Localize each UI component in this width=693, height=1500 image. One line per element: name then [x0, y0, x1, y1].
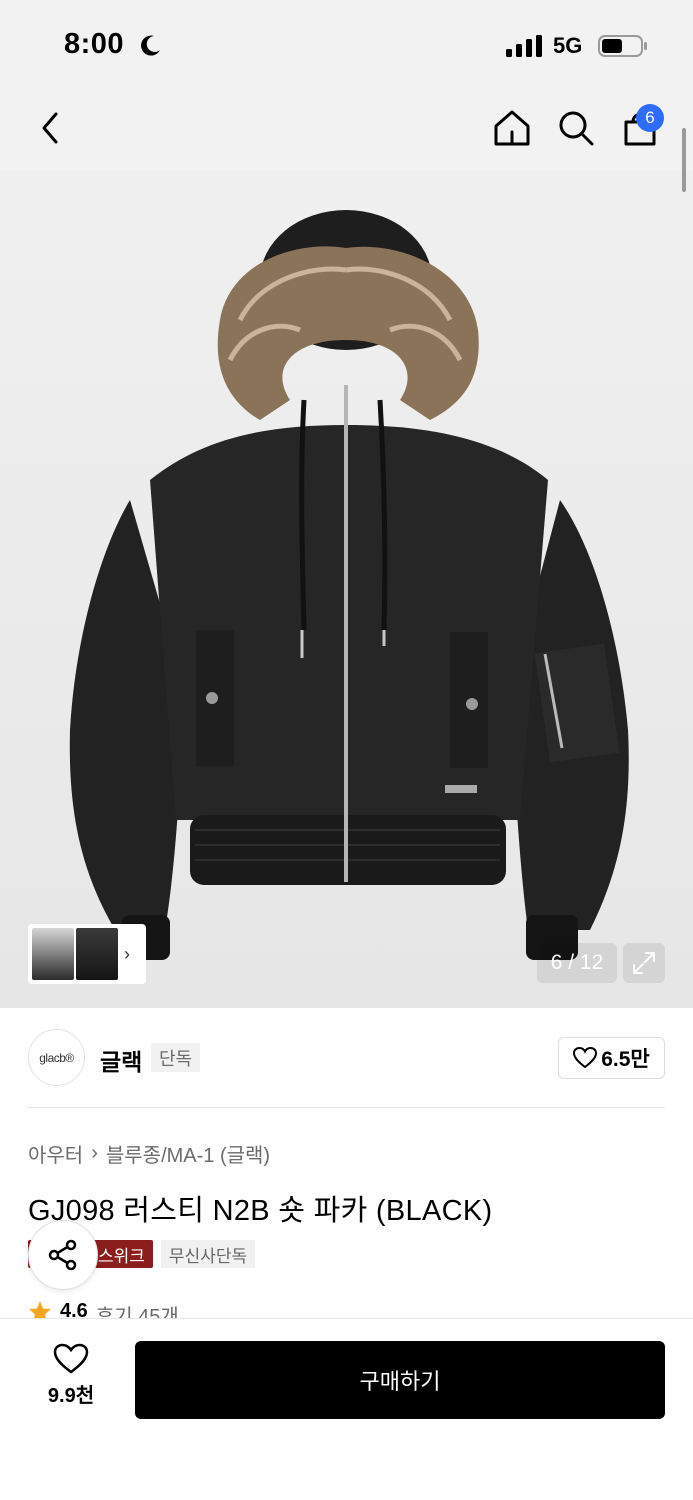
chevron-right-icon: ›	[124, 943, 130, 964]
status-time: 8:00	[64, 28, 125, 60]
chevron-right-icon: ›	[91, 1142, 98, 1164]
cart-count-badge: 6	[636, 104, 664, 132]
home-icon	[494, 110, 530, 146]
thumbnail-image[interactable]	[32, 928, 74, 980]
brand-like-count: 6.5만	[601, 1048, 650, 1071]
star-icon	[29, 1301, 51, 1320]
thumbnail-image[interactable]	[76, 928, 118, 980]
brand-logo[interactable]: glacb®	[28, 1029, 85, 1086]
brand-logo-text: glacb®	[39, 1050, 74, 1065]
image-thumbnail-strip[interactable]: ›	[28, 924, 146, 984]
product-image	[69, 210, 629, 960]
brand-exclusive-tag: 단독	[151, 1043, 201, 1072]
share-button[interactable]	[28, 1220, 98, 1290]
signal-icon	[506, 35, 542, 57]
expand-icon	[633, 952, 655, 974]
review-count[interactable]: 후기 45개	[96, 1300, 179, 1320]
product-image-gallery[interactable]: › 6 / 12	[0, 170, 693, 1008]
scroll-indicator[interactable]	[682, 128, 686, 192]
breadcrumb-sub-category[interactable]: 블루종/MA-1 (글랙)	[106, 1139, 270, 1168]
share-icon	[48, 1239, 77, 1271]
brand-name[interactable]: 글랙	[100, 1043, 142, 1077]
search-button[interactable]	[552, 104, 600, 152]
breadcrumb-category[interactable]: 아우터	[28, 1139, 83, 1168]
nav-bar	[0, 92, 693, 170]
battery-icon	[598, 35, 647, 57]
search-icon	[559, 111, 594, 146]
product-tag-exclusive: 무신사단독	[160, 1240, 256, 1268]
moon-icon	[141, 35, 160, 56]
wishlist-count: 9.9천	[47, 1385, 95, 1407]
bottom-action-bar: 9.9천 구매하기	[0, 1318, 693, 1500]
heart-icon	[53, 1343, 89, 1374]
home-button[interactable]	[488, 104, 536, 152]
expand-image-button[interactable]	[623, 943, 665, 983]
brand-like-button[interactable]: 6.5만	[558, 1037, 665, 1079]
breadcrumb: 아우터 › 블루종/MA-1 (글랙)	[28, 1139, 270, 1168]
network-label: 5G	[553, 33, 583, 58]
rating-row[interactable]: 4.6 후기 45개	[28, 1300, 179, 1320]
heart-icon	[573, 1047, 598, 1069]
rating-value: 4.6	[60, 1300, 88, 1320]
back-button[interactable]	[26, 104, 74, 152]
wishlist-button[interactable]: 9.9천	[28, 1343, 114, 1419]
back-icon	[42, 112, 58, 144]
product-title: GJ098 러스티 N2B 숏 파카 (BLACK)	[28, 1195, 493, 1227]
divider	[28, 1107, 665, 1108]
status-bar: 8:00 5G	[0, 0, 693, 92]
buy-button[interactable]: 구매하기	[135, 1341, 665, 1419]
image-counter: 6 / 12	[537, 943, 617, 983]
